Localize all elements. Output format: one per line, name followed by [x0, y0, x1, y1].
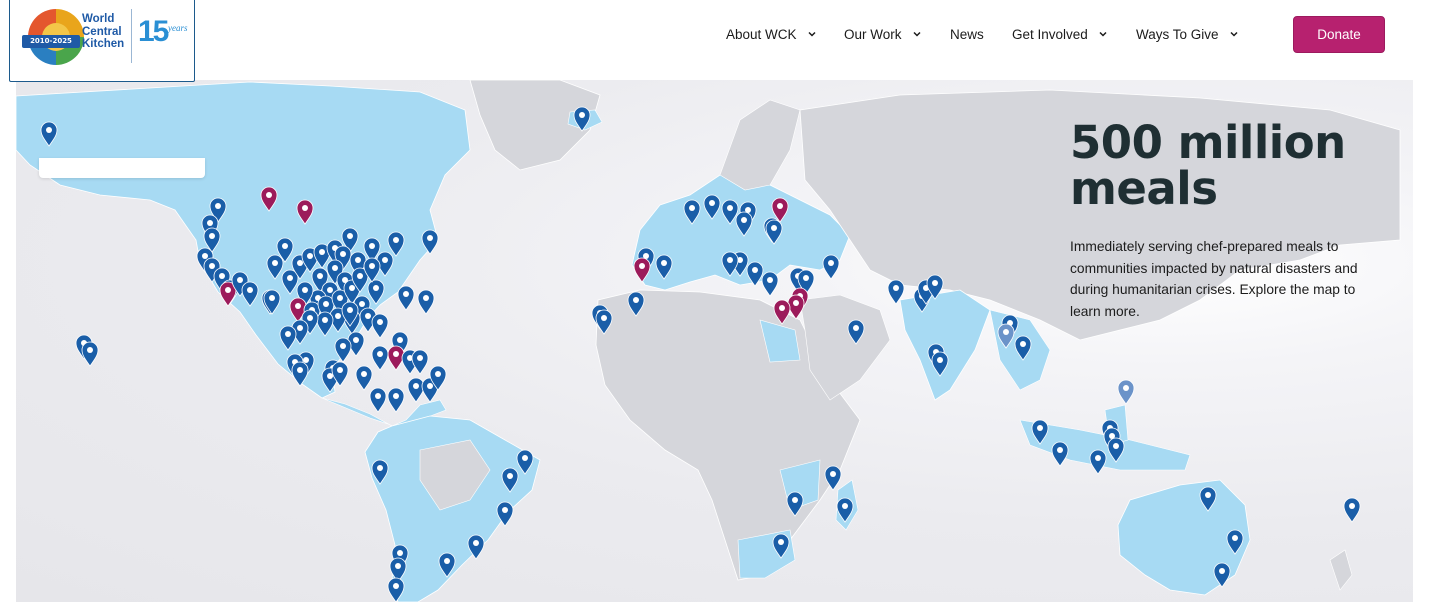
- nav-ways-to-give-label: Ways To Give: [1136, 26, 1219, 42]
- logo-name-line1: World: [82, 13, 115, 25]
- logo-name: World Central Kitchen: [82, 13, 136, 51]
- chevron-down-icon: [912, 31, 921, 37]
- anniversary-word: years: [168, 23, 188, 33]
- nav-get-involved[interactable]: Get Involved: [1012, 24, 1109, 44]
- nav-ways-to-give[interactable]: Ways To Give: [1136, 24, 1240, 44]
- map-pin-icon[interactable]: [1117, 379, 1135, 405]
- map-pin-icon[interactable]: [371, 345, 389, 371]
- map-pin-icon[interactable]: [411, 349, 429, 375]
- chevron-down-icon: [1230, 31, 1238, 37]
- map-pin-icon[interactable]: [371, 313, 389, 339]
- nav-get-involved-label: Get Involved: [1012, 26, 1088, 42]
- nav-about-wck-label: About WCK: [726, 26, 797, 42]
- map-pin-icon[interactable]: [81, 341, 99, 367]
- map-pin-icon[interactable]: [417, 289, 435, 315]
- map-pin-icon[interactable]: [1051, 441, 1069, 467]
- map-pin-icon[interactable]: [761, 271, 779, 297]
- map-pin-icon[interactable]: [1089, 449, 1107, 475]
- logo-name-line3: Kitchen: [82, 38, 125, 50]
- chevron-down-icon: [1099, 31, 1107, 37]
- map-pin-icon[interactable]: [397, 285, 415, 311]
- map-pin-icon[interactable]: [1343, 497, 1361, 523]
- wck-logo[interactable]: 2010-2025 World Central Kitchen 15 years: [9, 0, 195, 82]
- logo-ribbon: 2010-2025: [22, 35, 80, 48]
- map-search-panel[interactable]: [39, 158, 205, 178]
- donate-button[interactable]: Donate: [1293, 16, 1385, 53]
- map-pin-icon[interactable]: [369, 387, 387, 413]
- chevron-down-icon: [808, 31, 816, 37]
- logo-divider: [131, 9, 132, 63]
- site-header: 2010-2025 World Central Kitchen 15 years…: [0, 0, 1456, 82]
- nav-news-label: News: [950, 26, 984, 42]
- nav-our-work[interactable]: Our Work: [844, 24, 923, 44]
- nav-about-wck[interactable]: About WCK: [726, 24, 818, 44]
- anniversary-number: 15: [138, 15, 169, 48]
- nav-our-work-label: Our Work: [844, 26, 902, 42]
- map-pin-icon[interactable]: [407, 377, 425, 403]
- nav-news[interactable]: News: [950, 24, 984, 44]
- logo-name-line2: Central: [82, 25, 122, 38]
- map-pin-icon[interactable]: [355, 365, 373, 391]
- map-pin-icon[interactable]: [822, 254, 840, 280]
- hero-headline: 500 million meals: [1070, 116, 1346, 215]
- hero-description: Immediately serving chef-prepared meals …: [1070, 239, 1358, 319]
- map-pin-icon[interactable]: [387, 387, 405, 413]
